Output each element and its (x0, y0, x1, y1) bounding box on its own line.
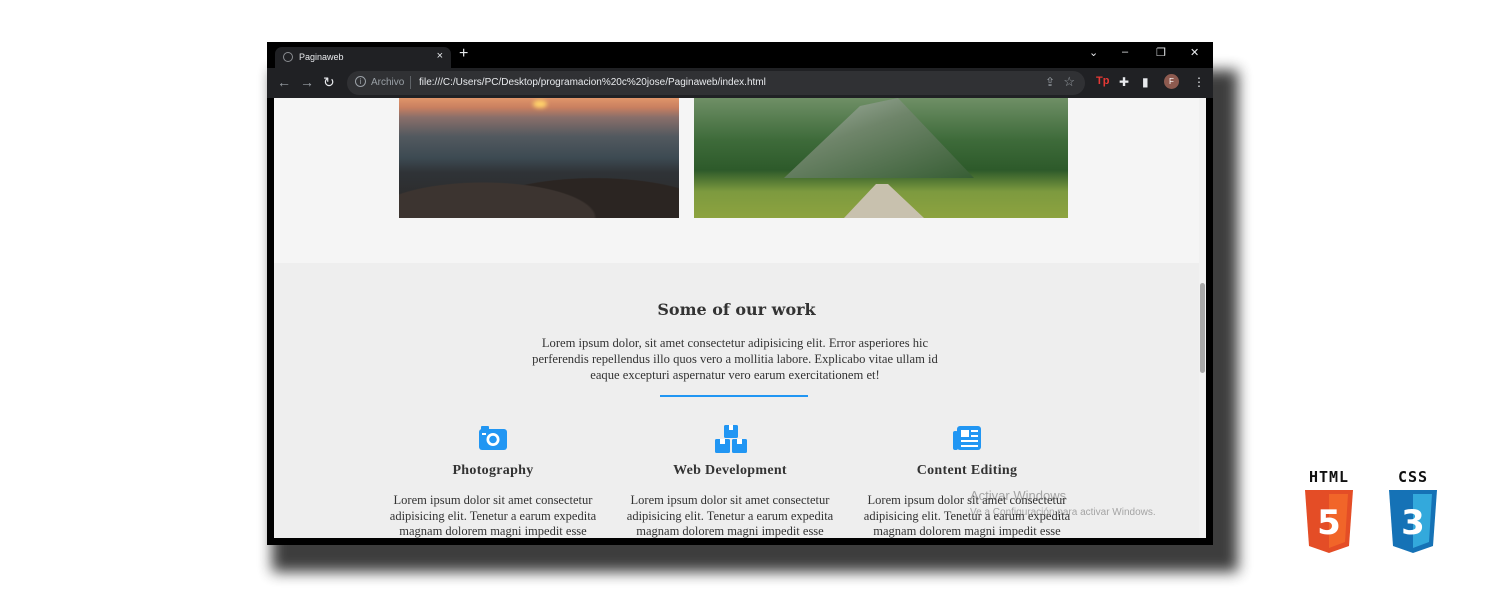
mountain-valley-image (694, 98, 1068, 218)
section-description: Lorem ipsum dolor, sit amet consectetur … (532, 336, 938, 382)
tab-paginaweb[interactable]: Paginaweb × (275, 47, 451, 68)
bookmark-star-icon[interactable]: ☆ (1063, 74, 1075, 90)
new-tab-button[interactable]: + (459, 45, 468, 63)
tab-close-icon[interactable]: × (437, 50, 443, 62)
side-panel-icon[interactable]: ▮ (1142, 75, 1149, 89)
css3-logo: CSS 3 (1384, 468, 1442, 554)
globe-icon (283, 52, 293, 62)
windows-activation-title: Activar Windows (970, 488, 1067, 503)
scrollbar-thumb[interactable] (1200, 283, 1205, 373)
tab-search-icon[interactable]: ⌄ (1089, 46, 1098, 59)
page-scrollbar[interactable] (1199, 98, 1206, 538)
reload-button[interactable]: ↻ (323, 75, 335, 89)
service-text: Lorem ipsum dolor sit amet consectetur a… (389, 493, 597, 538)
service-content-editing: Content Editing Lorem ipsum dolor sit am… (852, 425, 1082, 538)
section-divider (660, 395, 808, 397)
minimize-button[interactable]: – (1122, 46, 1128, 58)
profile-avatar[interactable]: F (1164, 74, 1179, 89)
camera-icon (478, 425, 508, 451)
html5-number: 5 (1317, 503, 1341, 543)
url-text[interactable]: file:///C:/Users/PC/Desktop/programacion… (419, 77, 766, 88)
site-info-icon[interactable]: i (355, 76, 366, 87)
html5-shield-icon: 5 (1305, 490, 1353, 553)
service-title: Content Editing (916, 463, 1018, 478)
sunset-coast-image (399, 98, 679, 218)
forward-button[interactable]: → (300, 75, 314, 89)
valley-path (844, 184, 924, 218)
close-window-button[interactable]: ✕ (1190, 46, 1199, 59)
html5-logo-label: HTML (1308, 468, 1350, 486)
share-icon[interactable]: ⇪ (1045, 75, 1055, 89)
html5-logo: HTML 5 (1300, 468, 1358, 554)
service-text: Lorem ipsum dolor sit amet consectetur a… (626, 493, 834, 538)
browser-window: Paginaweb × + ⌄ – ❐ ✕ ← → ↻ i Archivo fi… (267, 42, 1213, 545)
extensions-puzzle-icon[interactable]: ✚ (1119, 75, 1129, 89)
service-title: Photography (452, 463, 534, 478)
section-title: Some of our work (657, 300, 816, 319)
back-button[interactable]: ← (277, 75, 291, 89)
sun-glow (533, 100, 547, 108)
service-title: Web Development (673, 463, 787, 478)
css3-shield-icon: 3 (1389, 490, 1437, 553)
css3-logo-label: CSS (1397, 468, 1429, 486)
address-bar[interactable]: i Archivo file:///C:/Users/PC/Desktop/pr… (347, 71, 1085, 95)
security-label: Archivo (371, 77, 405, 88)
browser-toolbar: ← → ↻ i Archivo file:///C:/Users/PC/Desk… (267, 68, 1213, 98)
page-viewport: Some of our work Lorem ipsum dolor, sit … (274, 98, 1206, 538)
service-photography: Photography Lorem ipsum dolor sit amet c… (378, 425, 608, 538)
mountain-peak (784, 98, 974, 178)
restore-button[interactable]: ❐ (1156, 46, 1166, 59)
rocks-foreground (399, 156, 679, 218)
omnibox-separator (410, 76, 411, 89)
translate-extension-icon[interactable]: Tp (1096, 75, 1109, 87)
menu-kebab-icon[interactable]: ⋮ (1193, 75, 1205, 89)
css3-number: 3 (1401, 503, 1425, 543)
tab-strip: Paginaweb × + ⌄ – ❐ ✕ (267, 42, 1213, 68)
tab-title: Paginaweb (299, 52, 344, 62)
service-web-development: Web Development Lorem ipsum dolor sit am… (615, 425, 845, 538)
windows-activation-text: Ve a Configuración para activar Windows. (970, 507, 1156, 518)
newspaper-icon (952, 425, 982, 451)
boxes-icon (715, 425, 747, 453)
